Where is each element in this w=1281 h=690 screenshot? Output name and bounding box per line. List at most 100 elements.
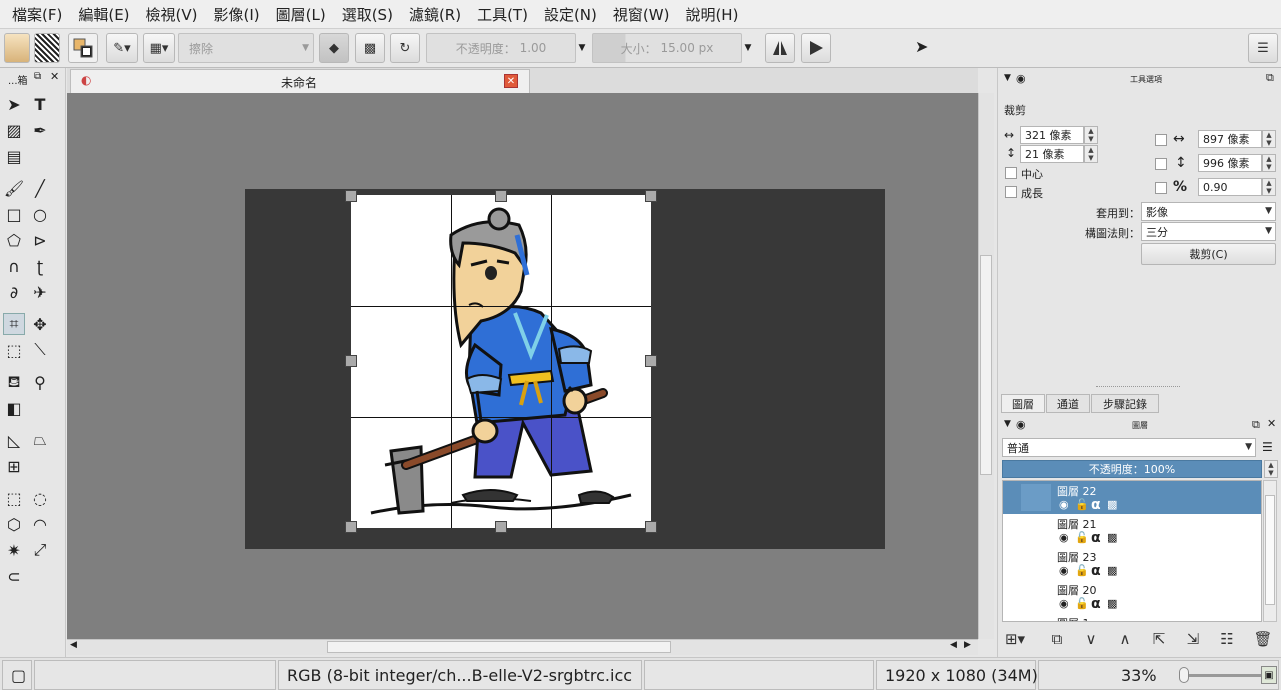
- menu-item-10[interactable]: 說明(H): [677, 4, 746, 25]
- crop-height-spinner[interactable]: ▲ ▼: [1084, 145, 1098, 163]
- freehand-brush-icon[interactable]: 🖌: [3, 177, 25, 199]
- crop-width-input[interactable]: 321 像素: [1020, 126, 1084, 144]
- grid-tool-icon[interactable]: ⊞: [3, 455, 25, 477]
- select-shapes-icon[interactable]: ➤: [3, 93, 25, 115]
- eraser-mode-icon[interactable]: ◆: [319, 33, 349, 63]
- transform-tool-icon[interactable]: ⬚: [3, 339, 25, 361]
- brush-preset-icon[interactable]: ✎▾: [106, 33, 138, 63]
- lock-width-checkbox[interactable]: [1155, 134, 1167, 146]
- layers-lock-icon[interactable]: ◉: [1016, 418, 1026, 431]
- lock-icon[interactable]: 🔓: [1075, 564, 1089, 578]
- layer-into-group-icon[interactable]: ⇱: [1148, 628, 1170, 650]
- inherit-alpha-icon[interactable]: ▩: [1107, 564, 1117, 578]
- visibility-icon[interactable]: ◉: [1059, 597, 1069, 611]
- menu-item-5[interactable]: 選取(S): [334, 4, 401, 25]
- zoom-slider-handle[interactable]: [1179, 667, 1189, 683]
- horizontal-scroll-thumb[interactable]: [327, 641, 671, 653]
- crop-region[interactable]: [351, 195, 651, 528]
- reload-preset-icon[interactable]: ↻: [390, 33, 420, 63]
- layer-opacity-spinner[interactable]: ▲ ▼: [1264, 460, 1278, 478]
- menu-item-3[interactable]: 影像(I): [206, 4, 268, 25]
- composition-select[interactable]: 三分 ▼: [1141, 222, 1276, 241]
- delete-layer-icon[interactable]: 🗑: [1252, 628, 1274, 650]
- visibility-icon[interactable]: ◉: [1059, 531, 1069, 545]
- fill-tool-icon[interactable]: ⛾: [3, 371, 25, 393]
- assistant-tool-icon[interactable]: ◺: [3, 429, 25, 451]
- vertical-scrollbar[interactable]: [978, 93, 994, 639]
- crop-handle-right[interactable]: [645, 355, 657, 367]
- apply-to-select[interactable]: 影像 ▼: [1141, 202, 1276, 221]
- blend-mode-select[interactable]: 擦除 ▼: [178, 33, 314, 63]
- crop-handle-bl[interactable]: [345, 521, 357, 533]
- opacity-slider[interactable]: 不透明度： 1.00: [426, 33, 576, 63]
- line-tool-icon[interactable]: ╱: [29, 177, 51, 199]
- pattern-swatch[interactable]: [34, 33, 60, 63]
- visibility-icon[interactable]: ◉: [1059, 564, 1069, 578]
- tab-channels[interactable]: 通道: [1046, 394, 1090, 413]
- rect-select-icon[interactable]: ⬚: [3, 487, 25, 509]
- splitter-handle[interactable]: [1096, 386, 1180, 388]
- lock-icon[interactable]: 🔓: [1075, 498, 1089, 512]
- menu-item-0[interactable]: 檔案(F): [4, 4, 70, 25]
- inherit-alpha-icon[interactable]: ▩: [1107, 498, 1117, 512]
- lock-ratio-checkbox[interactable]: [1155, 182, 1167, 194]
- bezier-select-icon[interactable]: ⊂: [3, 565, 25, 587]
- move-layer-up-icon[interactable]: ∧: [1114, 628, 1136, 650]
- polygon-tool-icon[interactable]: ⬠: [3, 229, 25, 251]
- workspace-grid-icon[interactable]: ▦▾: [143, 33, 175, 63]
- layers-collapse-icon[interactable]: ▼: [1004, 419, 1011, 429]
- close-docker-icon[interactable]: ✕: [50, 70, 59, 83]
- image-width-input[interactable]: 897 像素: [1198, 130, 1262, 148]
- add-layer-icon[interactable]: ⊞▾: [1004, 628, 1026, 650]
- horizontal-scrollbar[interactable]: ◀ ◀ ▶: [67, 639, 978, 655]
- mirror-horizontal-icon[interactable]: [765, 33, 795, 63]
- layer-options-icon[interactable]: ☰: [1262, 440, 1273, 454]
- float-docker-icon[interactable]: ⧉: [34, 71, 41, 82]
- layer-row[interactable]: 圖層 22 ◉ 🔓 α ▩: [1003, 481, 1261, 514]
- layers-float-icon[interactable]: ⧉: [1252, 418, 1260, 432]
- menu-item-6[interactable]: 濾鏡(R): [401, 4, 469, 25]
- dynamic-brush-icon[interactable]: ∂: [3, 281, 25, 303]
- crop-handle-br[interactable]: [645, 521, 657, 533]
- menu-item-9[interactable]: 視窗(W): [605, 4, 678, 25]
- bezier-tool-icon[interactable]: ∩: [3, 255, 25, 277]
- center-checkbox[interactable]: [1005, 167, 1017, 179]
- move-layer-down-icon[interactable]: ∨: [1080, 628, 1102, 650]
- toolbar-menu-icon[interactable]: ☰: [1248, 33, 1278, 63]
- polyline-tool-icon[interactable]: ⊳: [29, 229, 51, 251]
- zoom-slider-track[interactable]: [1179, 674, 1261, 677]
- menu-item-4[interactable]: 圖層(L): [268, 4, 334, 25]
- crop-handle-left[interactable]: [345, 355, 357, 367]
- crop-height-input[interactable]: 21 像素: [1020, 145, 1084, 163]
- vertical-scroll-thumb[interactable]: [980, 255, 992, 475]
- document-tab[interactable]: ◐ 未命名 ✕: [70, 69, 530, 93]
- crop-handle-tr[interactable]: [645, 190, 657, 202]
- alpha-lock-icon[interactable]: α: [1091, 498, 1101, 512]
- gradient-edit-icon[interactable]: ▨: [3, 119, 25, 141]
- reference-icon[interactable]: ▤: [3, 145, 25, 167]
- crop-tool-icon[interactable]: ⌗: [3, 313, 25, 335]
- collapse-icon[interactable]: ▼: [1004, 73, 1011, 83]
- rectangle-tool-icon[interactable]: □: [3, 203, 25, 225]
- tab-history[interactable]: 步驟記錄: [1091, 394, 1159, 413]
- alpha-lock-icon[interactable]: α: [1091, 531, 1101, 545]
- visibility-icon[interactable]: ◉: [1059, 498, 1069, 512]
- lock-icon[interactable]: 🔓: [1075, 531, 1089, 545]
- layer-row[interactable]: 圖層 1◉🔓α▩: [1003, 613, 1261, 621]
- similar-select-icon[interactable]: ⤢: [29, 539, 51, 561]
- layer-properties-icon[interactable]: ☷: [1216, 628, 1238, 650]
- inherit-alpha-icon[interactable]: ▩: [1107, 597, 1117, 611]
- measure-tool-icon[interactable]: ⟍: [29, 339, 51, 361]
- layer-row[interactable]: 圖層 23 ◉ 🔓 α ▩: [1003, 547, 1261, 580]
- ellipse-select-icon[interactable]: ◌: [29, 487, 51, 509]
- color-picker-icon[interactable]: ⚲: [29, 371, 51, 393]
- calligraphy-icon[interactable]: ✒: [29, 119, 51, 141]
- ellipse-tool-icon[interactable]: ○: [29, 203, 51, 225]
- image-height-input[interactable]: 996 像素: [1198, 154, 1262, 172]
- inherit-alpha-icon[interactable]: ▩: [1107, 531, 1117, 545]
- lock-docker-icon[interactable]: ◉: [1016, 72, 1026, 85]
- canvas-only-icon[interactable]: ▣: [1261, 666, 1277, 684]
- text-tool-icon[interactable]: T: [29, 93, 51, 115]
- layer-row[interactable]: 圖層 21 ◉ 🔓 α ▩: [1003, 514, 1261, 547]
- layers-close-icon[interactable]: ✕: [1267, 417, 1276, 430]
